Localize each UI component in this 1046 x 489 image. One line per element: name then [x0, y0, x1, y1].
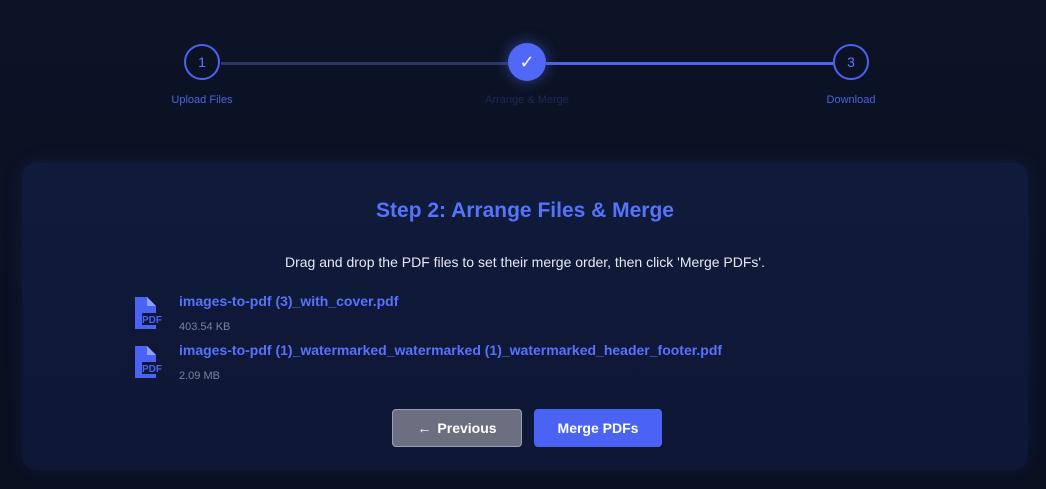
- arrow-left-icon: ←: [417, 420, 432, 436]
- step-connector-2: [546, 62, 833, 65]
- pdf-file-icon: PDF: [135, 297, 162, 329]
- file-size: 2.09 MB: [179, 370, 220, 382]
- step-3-label: Download: [826, 94, 876, 106]
- step-3-circle: 3: [833, 44, 869, 80]
- card-title: Step 2: Arrange Files & Merge: [376, 199, 674, 222]
- previous-button-label: Previous: [437, 420, 497, 436]
- pdf-file-icon: PDF: [135, 346, 162, 378]
- file-name: images-to-pdf (1)_watermarked_watermarke…: [179, 342, 723, 358]
- step-3-number: 3: [847, 54, 855, 70]
- step-2-circle: ✓: [508, 43, 546, 81]
- step-connector-1: [221, 62, 508, 65]
- previous-button[interactable]: ← Previous: [392, 409, 522, 447]
- file-name: images-to-pdf (3)_with_cover.pdf: [179, 293, 399, 309]
- merge-card: Step 2: Arrange Files & Merge Drag and d…: [22, 163, 1028, 470]
- page: 1 ✓ 3 Upload Files Arrange & Merge Downl…: [0, 0, 1046, 489]
- step-1-circle: 1: [184, 44, 220, 80]
- file-size: 403.54 KB: [179, 321, 231, 333]
- merge-pdfs-button[interactable]: Merge PDFs: [534, 409, 662, 447]
- step-1-label: Upload Files: [171, 94, 233, 106]
- step-2-label: Arrange & Merge: [485, 94, 569, 106]
- progress-stepper: 1 ✓ 3 Upload Files Arrange & Merge Downl…: [0, 0, 1046, 130]
- merge-button-label: Merge PDFs: [557, 420, 639, 436]
- card-description: Drag and drop the PDF files to set their…: [285, 254, 765, 270]
- svg-text:PDF: PDF: [142, 364, 162, 375]
- step-1-number: 1: [198, 54, 206, 70]
- svg-text:PDF: PDF: [142, 315, 162, 326]
- checkmark-icon: ✓: [519, 51, 535, 72]
